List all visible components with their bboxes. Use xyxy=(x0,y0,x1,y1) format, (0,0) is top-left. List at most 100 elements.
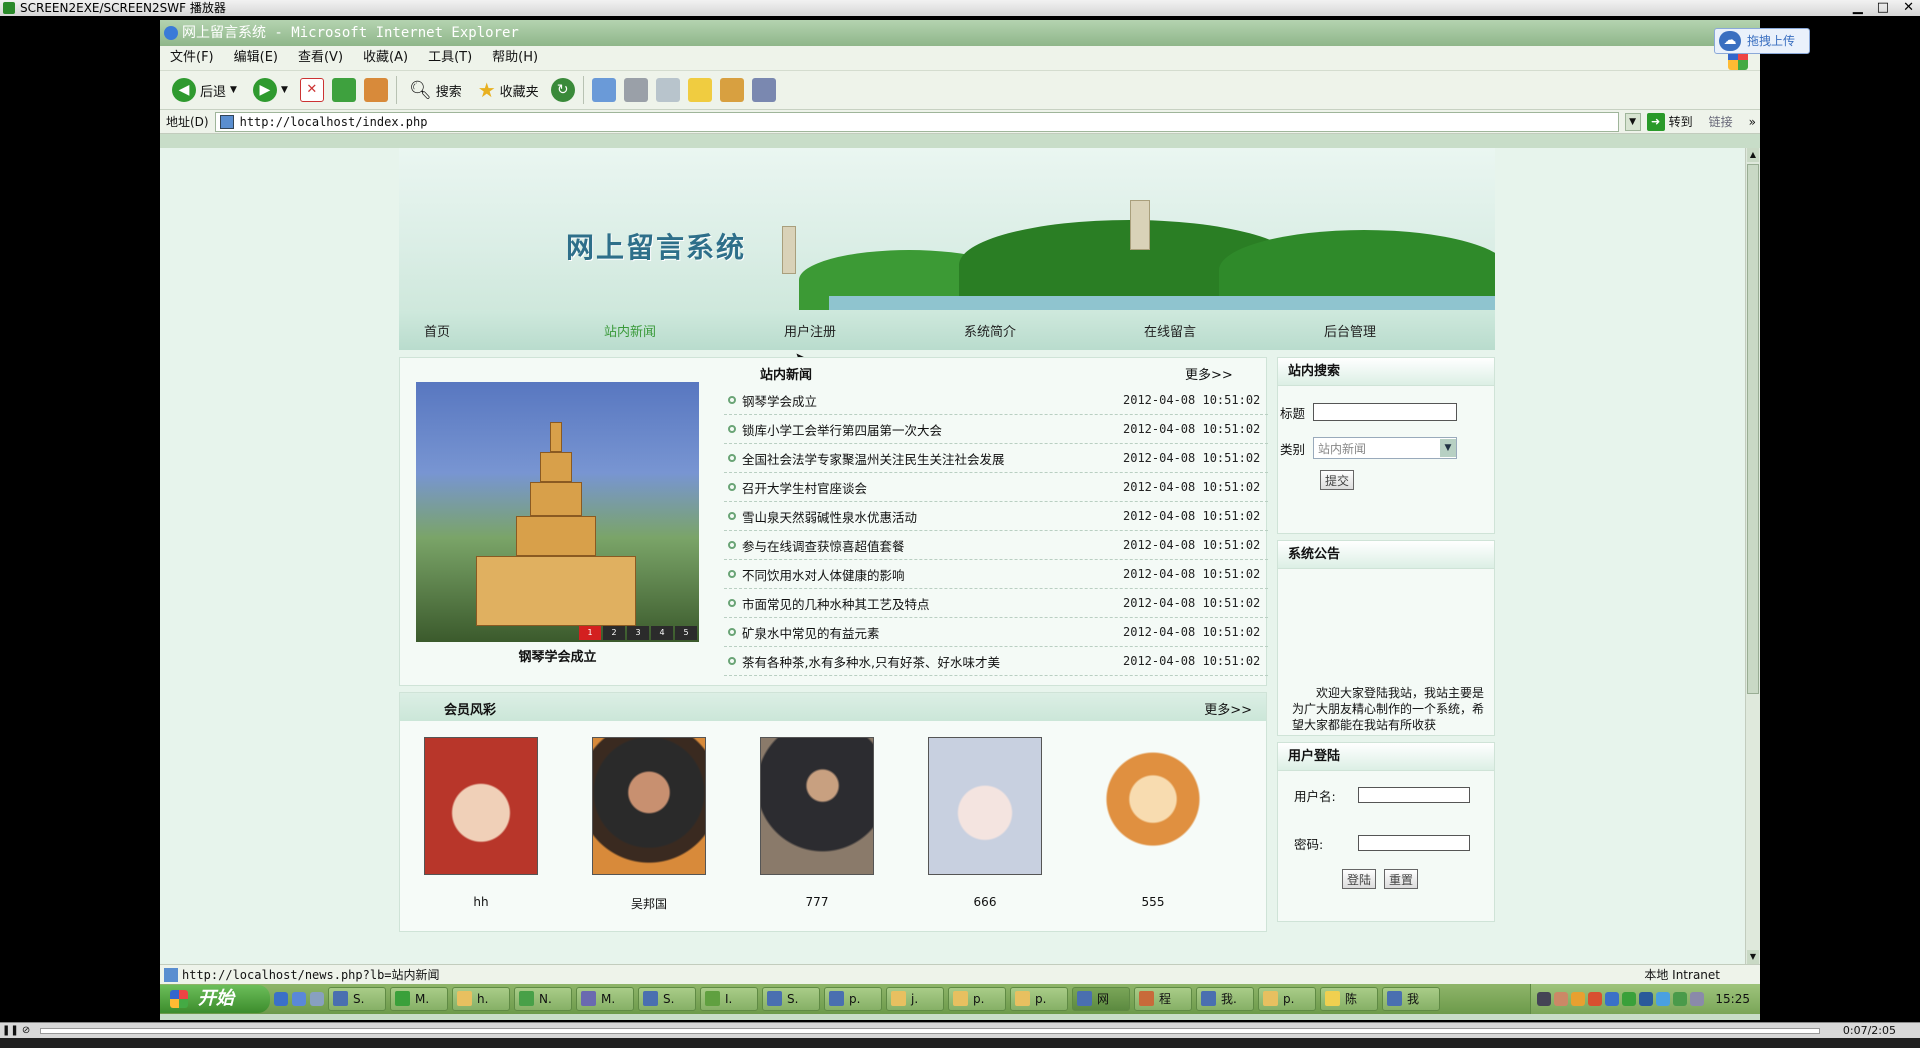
history-icon[interactable]: ↻ xyxy=(550,78,575,102)
chevron-down-icon[interactable]: ▼ xyxy=(230,85,237,95)
task-button[interactable]: j. xyxy=(886,987,944,1011)
tray-icon[interactable] xyxy=(1673,992,1687,1006)
task-button[interactable]: S. xyxy=(762,987,820,1011)
task-button[interactable]: h. xyxy=(452,987,510,1011)
back-button[interactable]: ◀ 后退 ▼ xyxy=(168,75,241,105)
search-category-select[interactable]: 站内新闻 ▼ xyxy=(1313,437,1458,459)
news-more-link[interactable]: 更多>> xyxy=(1185,364,1233,383)
search-title-input[interactable] xyxy=(1313,403,1458,421)
chevron-right-icon[interactable]: » xyxy=(1749,115,1756,129)
menu-edit[interactable]: 编辑(E) xyxy=(234,46,278,70)
member-photo[interactable] xyxy=(592,737,706,875)
keyboard-icon[interactable] xyxy=(1537,992,1551,1006)
nav-news[interactable]: 站内新闻 xyxy=(579,321,759,340)
member-card[interactable]: 777 xyxy=(760,737,874,912)
goto-button[interactable]: ➜ 转到 xyxy=(1646,112,1693,131)
task-button[interactable]: 我. xyxy=(1196,987,1254,1011)
task-button[interactable]: I. xyxy=(700,987,758,1011)
edit-icon[interactable] xyxy=(655,78,680,102)
nav-register[interactable]: 用户注册 xyxy=(759,321,939,340)
menu-file[interactable]: 文件(F) xyxy=(170,46,214,70)
news-item[interactable]: 不同饮用水对人体健康的影响 2012-04-08 10:51:02 xyxy=(724,560,1268,589)
news-title[interactable]: 钢琴学会成立 xyxy=(742,391,1123,410)
photo-page-5[interactable]: 5 xyxy=(675,626,697,640)
discuss-icon[interactable] xyxy=(687,78,712,102)
clock[interactable]: 15:25 xyxy=(1715,992,1750,1006)
news-item[interactable]: 锁库小学工会举行第四届第一次大会 2012-04-08 10:51:02 xyxy=(724,415,1268,444)
tray-icon[interactable] xyxy=(1588,992,1602,1006)
nav-message[interactable]: 在线留言 xyxy=(1119,321,1299,340)
player-progress-track[interactable] xyxy=(40,1028,1820,1034)
photo-caption[interactable]: 钢琴学会成立 xyxy=(416,646,699,665)
news-item[interactable]: 茶有各种茶,水有多种水,只有好茶、好水味才美 2012-04-08 10:51:0… xyxy=(724,647,1268,676)
task-button[interactable]: M. xyxy=(576,987,634,1011)
member-name[interactable]: 666 xyxy=(928,895,1042,909)
tray-icon[interactable] xyxy=(1656,992,1670,1006)
start-button[interactable]: 开始 xyxy=(160,985,270,1013)
member-name[interactable]: 777 xyxy=(760,895,874,909)
task-button[interactable]: 程 xyxy=(1134,987,1192,1011)
news-title[interactable]: 参与在线调查获惊喜超值套餐 xyxy=(742,536,1123,555)
menu-view[interactable]: 查看(V) xyxy=(298,46,343,70)
vertical-scrollbar[interactable]: ▲ ▼ xyxy=(1745,148,1760,964)
member-photo[interactable] xyxy=(424,737,538,875)
member-photo[interactable] xyxy=(1096,737,1210,875)
refresh-icon[interactable] xyxy=(331,78,356,102)
stop-icon[interactable]: ✕ xyxy=(299,78,324,102)
task-button[interactable]: p. xyxy=(1010,987,1068,1011)
task-button[interactable]: p. xyxy=(1258,987,1316,1011)
home-icon[interactable] xyxy=(363,78,388,102)
search-button[interactable]: 🔍︎ 搜索 xyxy=(405,75,466,105)
photo-page-3[interactable]: 3 xyxy=(627,626,649,640)
photo-page-4[interactable]: 4 xyxy=(651,626,673,640)
photo-page-1[interactable]: 1 xyxy=(579,626,601,640)
network-icon[interactable] xyxy=(1639,992,1653,1006)
news-title[interactable]: 矿泉水中常见的有益元素 xyxy=(742,623,1123,642)
task-button[interactable]: 陈 xyxy=(1320,987,1378,1011)
tray-icon[interactable] xyxy=(1605,992,1619,1006)
member-card[interactable]: hh xyxy=(424,737,538,912)
address-dropdown-icon[interactable]: ▼ xyxy=(1624,112,1641,131)
quicklaunch-icon[interactable] xyxy=(310,992,324,1006)
nav-about[interactable]: 系统简介 xyxy=(939,321,1119,340)
news-item[interactable]: 全国社会法学专家聚温州关注民生关注社会发展 2012-04-08 10:51:02 xyxy=(724,444,1268,473)
forward-button[interactable]: ▶ ▼ xyxy=(249,75,292,105)
scroll-down-icon[interactable]: ▼ xyxy=(1747,950,1759,964)
news-title[interactable]: 茶有各种茶,水有多种水,只有好茶、好水味才美 xyxy=(742,652,1123,671)
reset-button[interactable]: 重置 xyxy=(1384,869,1419,889)
password-input[interactable] xyxy=(1358,835,1470,851)
favorites-button[interactable]: ★ 收藏夹 xyxy=(474,75,543,105)
news-item[interactable]: 钢琴学会成立 2012-04-08 10:51:02 xyxy=(724,386,1268,415)
research-icon[interactable] xyxy=(719,78,744,102)
member-photo[interactable] xyxy=(928,737,1042,875)
news-item[interactable]: 雪山泉天然弱碱性泉水优惠活动 2012-04-08 10:51:02 xyxy=(724,502,1268,531)
tray-icon[interactable] xyxy=(1554,992,1568,1006)
task-button[interactable]: p. xyxy=(948,987,1006,1011)
news-title[interactable]: 不同饮用水对人体健康的影响 xyxy=(742,565,1123,584)
news-item[interactable]: 参与在线调查获惊喜超值套餐 2012-04-08 10:51:02 xyxy=(724,531,1268,560)
news-title[interactable]: 召开大学生村官座谈会 xyxy=(742,478,1123,497)
task-button-active[interactable]: 网 xyxy=(1072,987,1130,1011)
minimize-icon[interactable]: ▁ xyxy=(1853,0,1863,16)
member-name[interactable]: 555 xyxy=(1096,895,1210,909)
pause-icon[interactable]: ❚❚ ⊘ xyxy=(2,1025,32,1037)
news-title[interactable]: 雪山泉天然弱碱性泉水优惠活动 xyxy=(742,507,1123,526)
chevron-down-icon[interactable]: ▼ xyxy=(281,85,288,95)
member-name[interactable]: hh xyxy=(424,895,538,909)
username-input[interactable] xyxy=(1358,787,1470,803)
menu-favorites[interactable]: 收藏(A) xyxy=(363,46,408,70)
news-title[interactable]: 全国社会法学专家聚温州关注民生关注社会发展 xyxy=(742,449,1123,468)
nav-home[interactable]: 首页 xyxy=(399,321,579,340)
drag-upload-button[interactable]: ☁ 拖拽上传 xyxy=(1714,28,1810,54)
news-title[interactable]: 市面常见的几种水种其工艺及特点 xyxy=(742,594,1123,613)
photo-page-2[interactable]: 2 xyxy=(603,626,625,640)
scroll-up-icon[interactable]: ▲ xyxy=(1747,148,1759,162)
login-button[interactable]: 登陆 xyxy=(1342,869,1377,889)
print-icon[interactable] xyxy=(623,78,648,102)
tray-icon[interactable] xyxy=(1622,992,1636,1006)
menu-tools[interactable]: 工具(T) xyxy=(428,46,472,70)
scroll-thumb[interactable] xyxy=(1747,164,1759,694)
news-title[interactable]: 锁库小学工会举行第四届第一次大会 xyxy=(742,420,1123,439)
volume-icon[interactable] xyxy=(1690,992,1704,1006)
chevron-down-icon[interactable]: ▼ xyxy=(1440,439,1457,457)
